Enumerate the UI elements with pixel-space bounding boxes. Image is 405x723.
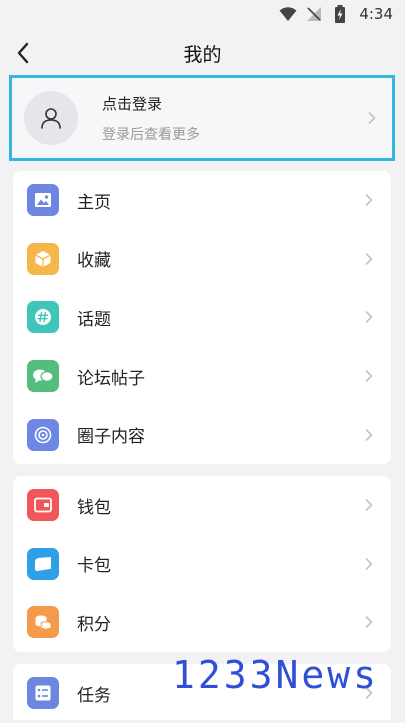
menu-item-circle-content[interactable]: 圈子内容 — [13, 405, 391, 464]
hashtag-icon — [27, 301, 59, 334]
wallet-icon — [27, 489, 59, 522]
menu-item-label: 主页 — [77, 192, 111, 213]
circle-content-icon — [27, 418, 59, 451]
wifi-icon — [279, 5, 297, 23]
task-list-icon — [27, 677, 59, 710]
back-button[interactable] — [10, 40, 36, 66]
menu-item-home[interactable]: 主页 — [13, 171, 391, 230]
menu-item-label: 话题 — [77, 309, 111, 330]
box-icon — [27, 242, 59, 275]
menu-item-points[interactable]: 积分 — [13, 593, 391, 652]
watermark: 1233News — [172, 653, 380, 697]
back-arrow-icon — [17, 42, 29, 64]
user-icon — [41, 108, 61, 129]
chevron-right-icon — [361, 498, 375, 512]
chevron-right-icon — [361, 252, 375, 266]
chevron-right-icon — [361, 615, 375, 629]
status-time: 4:34 — [359, 5, 393, 23]
chevron-right-icon — [361, 369, 375, 383]
menu-item-label: 圈子内容 — [77, 427, 145, 448]
status-bar: 4:34 — [0, 0, 405, 28]
menu-item-wallet[interactable]: 钱包 — [13, 476, 391, 535]
no-signal-icon — [305, 5, 323, 23]
login-title: 点击登录 — [102, 94, 163, 113]
chevron-right-icon — [361, 193, 375, 207]
menu-group-wallet: 钱包 卡包 积分 — [13, 476, 391, 652]
menu-group-content: 主页 收藏 话题 论坛帖子 圈子内容 — [13, 171, 391, 464]
menu-item-label: 钱包 — [77, 497, 111, 518]
chevron-right-icon — [361, 557, 375, 571]
avatar — [24, 91, 78, 145]
card-holder-icon — [27, 547, 59, 580]
chevron-right-icon — [361, 310, 375, 324]
login-subtitle: 登录后查看更多 — [102, 126, 200, 143]
menu-item-forum-posts[interactable]: 论坛帖子 — [13, 347, 391, 406]
chevron-right-icon — [364, 111, 378, 125]
image-icon — [27, 184, 59, 217]
menu-item-label: 论坛帖子 — [77, 368, 145, 389]
menu-item-favorites[interactable]: 收藏 — [13, 230, 391, 289]
menu-item-label: 积分 — [77, 614, 111, 635]
login-card[interactable]: 点击登录 登录后查看更多 — [9, 75, 395, 161]
chevron-right-icon — [361, 428, 375, 442]
top-bar: 我的 — [0, 28, 405, 78]
chat-bubbles-icon — [27, 360, 59, 393]
login-text: 点击登录 登录后查看更多 — [102, 93, 364, 144]
menu-item-card-holder[interactable]: 卡包 — [13, 535, 391, 594]
menu-item-label: 收藏 — [77, 251, 111, 272]
menu-item-label: 卡包 — [77, 556, 111, 577]
menu-item-topics[interactable]: 话题 — [13, 288, 391, 347]
coins-icon — [27, 606, 59, 639]
page-title: 我的 — [183, 43, 222, 66]
battery-charging-icon — [331, 5, 349, 23]
